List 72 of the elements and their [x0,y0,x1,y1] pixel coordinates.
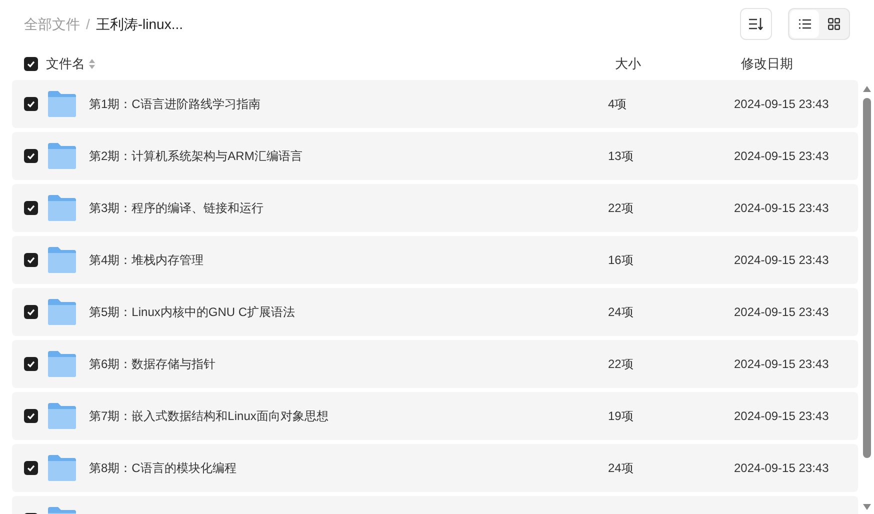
file-row[interactable]: 第5期：Linux内核中的GNU C扩展语法 24项 2024-09-15 23:43 [12,288,858,336]
modified-date: 2024-09-15 23:43 [734,460,829,477]
file-size: 13项 [608,148,634,165]
modified-date: 2024-09-15 23:43 [734,96,829,113]
check-icon [26,307,36,317]
column-header[interactable]: 修改日期 [741,54,793,74]
checkbox[interactable] [24,409,38,423]
check-icon [26,99,36,109]
file-size: 4项 [608,96,628,113]
file-size: 24项 [608,460,634,477]
scroll-up-icon[interactable] [863,86,871,92]
file-row[interactable]: 第3期：程序的编译、链接和运行 22项 2024-09-15 23:43 [12,184,858,232]
checkbox[interactable] [24,357,38,371]
check-icon [26,411,36,421]
file-name[interactable]: 第3期：程序的编译、链接和运行 [89,199,608,217]
file-size: 22项 [608,356,634,373]
file-size: 16项 [608,252,634,269]
file-row[interactable]: 第6期：数据存储与指针 22项 2024-09-15 23:43 [12,340,858,388]
modified-date: 2024-09-15 23:43 [734,148,829,165]
checkbox[interactable] [24,305,38,319]
list-view-button[interactable] [790,10,819,38]
folder-icon [47,351,77,377]
folder-icon [47,195,77,221]
modified-date: 2024-09-15 23:43 [734,304,829,321]
check-icon [26,359,36,369]
column-header[interactable]: 文件名 [46,54,85,74]
check-icon [26,255,36,265]
grid-icon [828,18,840,30]
file-row[interactable]: 第2期：计算机系统架构与ARM汇编语言 13项 2024-09-15 23:43 [12,132,858,180]
modified-date: 2024-09-15 23:43 [734,408,829,425]
check-icon [26,463,36,473]
folder-icon [47,403,77,429]
file-name[interactable]: 第4期：堆栈内存管理 [89,251,608,269]
folder-icon [47,91,77,117]
checkbox[interactable] [24,461,38,475]
file-row[interactable]: 第1期：C语言进阶路线学习指南 4项 2024-09-15 23:43 [12,80,858,128]
file-row[interactable]: 第4期：堆栈内存管理 16项 2024-09-15 23:43 [12,236,858,284]
folder-icon [47,299,77,325]
file-row[interactable]: 第8期：C语言的模块化编程 24项 2024-09-15 23:43 [12,444,858,492]
file-size: 19项 [608,408,634,425]
sort-button[interactable] [740,8,772,40]
file-row[interactable]: 第7期：嵌入式数据结构和Linux面向对象思想 19项 2024-09-15 23:43 [12,392,858,440]
checkbox[interactable] [24,149,38,163]
checkbox[interactable] [24,253,38,267]
file-name[interactable]: 第7期：嵌入式数据结构和Linux面向对象思想 [89,407,608,425]
file-name[interactable]: 第6期：数据存储与指针 [89,355,608,373]
scrollbar[interactable] [862,86,872,510]
breadcrumb-separator: / [86,14,90,34]
sort-icon [749,18,763,30]
folder-icon [47,455,77,481]
scrollbar-thumb[interactable] [863,98,871,458]
checkbox[interactable] [24,97,38,111]
file-name[interactable]: 第8期：C语言的模块化编程 [89,459,608,477]
modified-date: 2024-09-15 23:43 [734,252,829,269]
modified-date: 2024-09-15 23:43 [734,356,829,373]
file-name[interactable]: 第1期：C语言进阶路线学习指南 [89,95,608,113]
breadcrumb-item[interactable]: 王利涛-linux... [96,14,184,34]
file-name[interactable]: 第2期：计算机系统架构与ARM汇编语言 [89,147,608,165]
check-icon [26,203,36,213]
file-size: 24项 [608,304,634,321]
check-icon [26,59,36,69]
scroll-down-icon[interactable] [863,504,871,510]
check-icon [26,151,36,161]
file-size: 22项 [608,200,634,217]
file-name[interactable]: 第5期：Linux内核中的GNU C扩展语法 [89,303,608,321]
list-icon [798,19,810,29]
checkbox[interactable] [24,201,38,215]
folder-icon [47,247,77,273]
column-header[interactable]: 大小 [615,54,741,74]
modified-date: 2024-09-15 23:43 [734,200,829,217]
checkbox[interactable] [24,57,38,71]
folder-icon [47,143,77,169]
